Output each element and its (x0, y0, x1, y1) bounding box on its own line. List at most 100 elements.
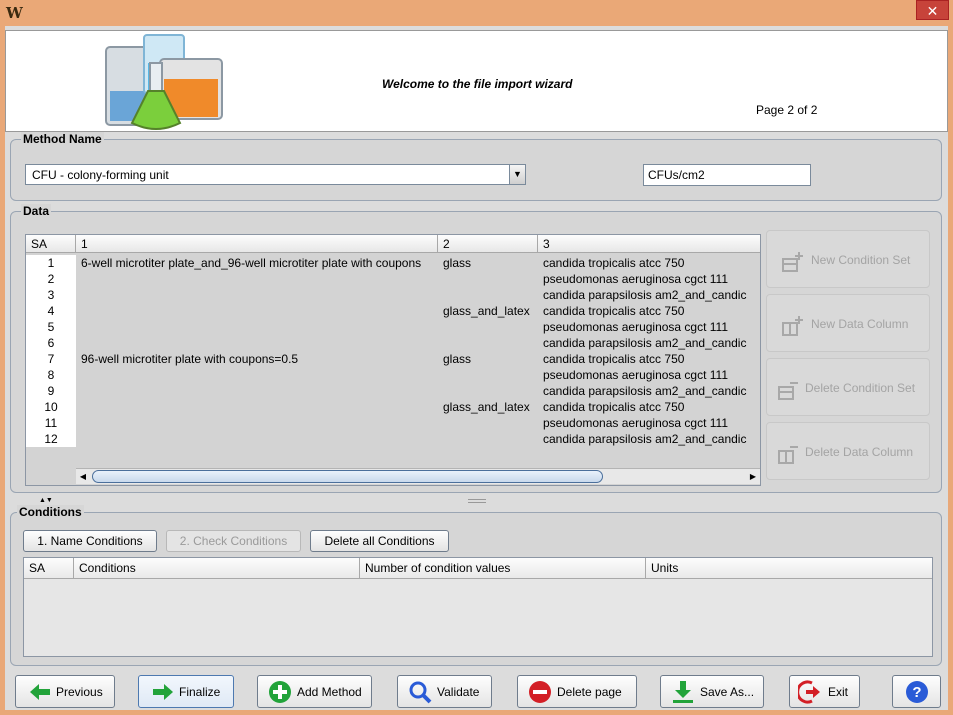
add-row-icon (782, 252, 803, 272)
minus-circle-icon (529, 681, 551, 703)
data-cell-col1[interactable] (81, 415, 438, 431)
data-cell-col3[interactable]: candida parapsilosis am2_and_candic (543, 287, 759, 303)
data-cell-col1[interactable] (81, 383, 438, 399)
conditions-header-units[interactable]: Units (646, 558, 932, 579)
data-cell-col2[interactable] (443, 287, 543, 303)
row-number[interactable]: 8 (26, 367, 76, 383)
data-cell-col3[interactable]: pseudomonas aeruginosa cgct 111 (543, 319, 759, 335)
delete-page-button[interactable]: Delete page (517, 675, 637, 708)
data-cell-col2[interactable] (443, 271, 543, 287)
new-condition-set-label: New Condition Set (811, 253, 911, 267)
scroll-thumb[interactable] (92, 470, 603, 483)
data-cell-col2[interactable] (443, 335, 543, 351)
splitter-arrows-icon[interactable]: ▲▼ (39, 497, 53, 504)
row-number[interactable]: 9 (26, 383, 76, 399)
delete-data-column-button[interactable]: Delete Data Column (766, 422, 930, 480)
finalize-button[interactable]: Finalize (138, 675, 234, 708)
data-cell-col1[interactable] (81, 271, 438, 287)
method-select[interactable]: CFU - colony-forming unit ▼ (25, 164, 526, 185)
data-cell-col1[interactable]: 6-well microtiter plate_and_96-well micr… (81, 255, 438, 271)
column-header-sa[interactable]: SA (26, 235, 76, 253)
data-cell-col2[interactable] (443, 383, 543, 399)
data-cell-col2[interactable] (443, 319, 543, 335)
row-number[interactable]: 4 (26, 303, 76, 319)
data-cell-col3[interactable]: pseudomonas aeruginosa cgct 111 (543, 415, 759, 431)
row-number[interactable]: 10 (26, 399, 76, 415)
data-cell-col2[interactable] (443, 367, 543, 383)
data-cell-col1[interactable]: 96-well microtiter plate with coupons=0.… (81, 351, 438, 367)
column-header-2[interactable]: 2 (438, 235, 538, 253)
delete-page-label: Delete page (557, 685, 622, 699)
row-number[interactable]: 7 (26, 351, 76, 367)
validate-label: Validate (437, 685, 480, 699)
data-cell-col1[interactable] (81, 319, 438, 335)
conditions-header-number[interactable]: Number of condition values (360, 558, 646, 579)
data-cell-col1[interactable] (81, 399, 438, 415)
delete-condition-set-button[interactable]: Delete Condition Set (766, 358, 930, 416)
remove-column-icon (778, 446, 798, 464)
add-method-label: Add Method (297, 685, 362, 699)
data-cell-col2[interactable]: glass_and_latex (443, 399, 543, 415)
data-cell-col3[interactable]: candida parapsilosis am2_and_candic (543, 383, 759, 399)
data-cell-col1[interactable] (81, 287, 438, 303)
data-cell-col2[interactable] (443, 415, 543, 431)
data-cell-col2[interactable]: glass_and_latex (443, 303, 543, 319)
data-cell-col3[interactable]: candida tropicalis atcc 750 (543, 399, 759, 415)
data-cell-col3[interactable]: candida tropicalis atcc 750 (543, 255, 759, 271)
validate-button[interactable]: Validate (397, 675, 492, 708)
arrow-right-icon (153, 684, 173, 700)
conditions-header-sa[interactable]: SA (24, 558, 74, 579)
column-header-3[interactable]: 3 (538, 235, 760, 253)
data-cell-col1[interactable] (81, 367, 438, 383)
conditions-table[interactable]: SA Conditions Number of condition values… (23, 557, 933, 657)
add-method-button[interactable]: Add Method (257, 675, 372, 708)
welcome-text: Welcome to the file import wizard (382, 77, 573, 91)
new-condition-set-button[interactable]: New Condition Set (766, 230, 930, 288)
data-cell-col3[interactable]: candida parapsilosis am2_and_candic (543, 431, 759, 447)
data-cell-col2[interactable]: glass (443, 351, 543, 367)
split-pane-divider[interactable]: ▲▼ (5, 497, 948, 505)
new-data-column-button[interactable]: New Data Column (766, 294, 930, 352)
unit-input-wrap[interactable] (643, 164, 811, 186)
row-number[interactable]: 2 (26, 271, 76, 287)
data-cell-col2[interactable]: glass (443, 255, 543, 271)
unit-input[interactable] (644, 165, 810, 185)
new-data-column-label: New Data Column (811, 317, 909, 331)
save-as-button[interactable]: Save As... (660, 675, 764, 708)
conditions-header-conditions[interactable]: Conditions (74, 558, 360, 579)
data-grid[interactable]: SA 1 2 3 ◀ ▶ 1 6-well microtiter plate_an… (25, 234, 761, 486)
row-number[interactable]: 5 (26, 319, 76, 335)
data-cell-col3[interactable]: pseudomonas aeruginosa cgct 111 (543, 367, 759, 383)
help-button[interactable]: ? (892, 675, 941, 708)
wizard-window: Welcome to the file import wizard Page 2… (5, 26, 948, 710)
scroll-left-icon[interactable]: ◀ (76, 470, 90, 484)
data-cell-col3[interactable]: pseudomonas aeruginosa cgct 111 (543, 271, 759, 287)
help-icon: ? (906, 681, 928, 703)
download-icon (673, 681, 693, 703)
data-cell-col3[interactable]: candida parapsilosis am2_and_candic (543, 335, 759, 351)
add-column-icon (782, 316, 803, 336)
previous-button[interactable]: Previous (15, 675, 115, 708)
horizontal-scrollbar[interactable]: ◀ ▶ (76, 468, 760, 484)
data-cell-col2[interactable] (443, 431, 543, 447)
data-cell-col3[interactable]: candida tropicalis atcc 750 (543, 351, 759, 367)
title-bar: W ✕ (0, 0, 953, 26)
row-number[interactable]: 12 (26, 431, 76, 447)
column-header-1[interactable]: 1 (76, 235, 438, 253)
data-cell-col1[interactable] (81, 335, 438, 351)
scroll-right-icon[interactable]: ▶ (746, 470, 760, 484)
data-cell-col1[interactable] (81, 303, 438, 319)
check-conditions-button[interactable]: 2. Check Conditions (166, 530, 301, 552)
exit-button[interactable]: Exit (789, 675, 860, 708)
row-number[interactable]: 6 (26, 335, 76, 351)
row-number[interactable]: 11 (26, 415, 76, 431)
data-cell-col3[interactable]: candida tropicalis atcc 750 (543, 303, 759, 319)
name-conditions-button[interactable]: 1. Name Conditions (23, 530, 157, 552)
chevron-down-icon[interactable]: ▼ (509, 165, 525, 184)
row-number[interactable]: 3 (26, 287, 76, 303)
data-cell-col1[interactable] (81, 431, 438, 447)
close-button[interactable]: ✕ (916, 0, 949, 20)
splitter-grip-icon[interactable] (468, 499, 486, 503)
delete-all-conditions-button[interactable]: Delete all Conditions (310, 530, 449, 552)
row-number[interactable]: 1 (26, 255, 76, 271)
